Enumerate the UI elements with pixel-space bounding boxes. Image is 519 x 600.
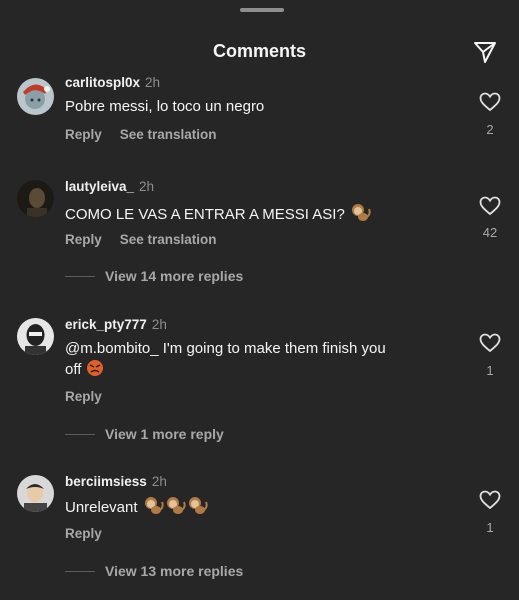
avatar[interactable] <box>17 180 54 217</box>
heart-outline-icon[interactable] <box>479 333 501 353</box>
reply-button[interactable]: Reply <box>65 526 102 541</box>
comment-actions: Reply <box>65 389 120 404</box>
reply-button[interactable]: Reply <box>65 232 102 247</box>
comment-username[interactable]: berciimsiess 2h <box>65 474 167 489</box>
view-more-replies[interactable]: View 14 more replies <box>65 268 243 284</box>
drag-handle[interactable] <box>240 8 284 12</box>
reply-button[interactable]: Reply <box>65 127 102 142</box>
divider <box>65 275 95 277</box>
comment-item: erick_pty777 2h @m.bombito_ I'm going to … <box>0 315 519 445</box>
comment-username[interactable]: carlitospl0x 2h <box>65 75 160 90</box>
like-count: 1 <box>486 363 494 378</box>
view-more-replies[interactable]: View 1 more reply <box>65 426 224 442</box>
heart-outline-icon[interactable] <box>479 490 501 510</box>
comment-time: 2h <box>145 75 161 90</box>
avatar[interactable] <box>17 78 54 115</box>
avatar[interactable] <box>17 475 54 512</box>
comment-time: 2h <box>151 317 167 332</box>
monkey-emoji <box>166 497 186 514</box>
divider <box>65 570 95 572</box>
comment-username[interactable]: erick_pty777 2h <box>65 317 167 332</box>
like-count: 2 <box>486 122 494 137</box>
divider <box>65 433 95 435</box>
comment-actions: Reply See translation <box>65 127 235 142</box>
like-count: 42 <box>482 225 498 240</box>
comment-item: carlitospl0x 2h Pobre messi, lo toco un n… <box>0 74 519 154</box>
comment-text: COMO LE VAS A ENTRAR A MESSI ASI? <box>65 202 460 225</box>
comment-item: berciimsiess 2h Unrelevant Reply 1 View 1… <box>0 472 519 597</box>
like-count: 1 <box>486 520 494 535</box>
comments-header: Comments <box>0 36 519 68</box>
monkey-emoji <box>144 497 164 514</box>
heart-outline-icon[interactable] <box>479 196 501 216</box>
view-more-replies[interactable]: View 13 more replies <box>65 563 243 579</box>
see-translation-button[interactable]: See translation <box>120 127 217 142</box>
comment-actions: Reply <box>65 526 120 541</box>
comment-username[interactable]: lautyleiva_ 2h <box>65 179 154 194</box>
angry-face-emoji <box>86 360 103 376</box>
comment-actions: Reply See translation <box>65 232 235 247</box>
comment-text: Unrelevant <box>65 495 460 518</box>
see-translation-button[interactable]: See translation <box>120 232 217 247</box>
monkey-emoji <box>188 497 208 514</box>
comment-time: 2h <box>139 179 155 194</box>
monkey-emoji <box>352 204 371 221</box>
avatar[interactable] <box>17 318 54 355</box>
page-title: Comments <box>212 41 306 61</box>
reply-button[interactable]: Reply <box>65 389 102 404</box>
comment-item: lautyleiva_ 2h COMO LE VAS A ENTRAR A MES… <box>0 177 519 292</box>
comment-text: Pobre messi, lo toco un negro <box>65 98 265 115</box>
comment-text: @m.bombito_ I'm going to make them finis… <box>65 340 386 378</box>
send-icon[interactable] <box>472 39 498 65</box>
comment-time: 2h <box>151 474 167 489</box>
heart-outline-icon[interactable] <box>479 92 501 112</box>
